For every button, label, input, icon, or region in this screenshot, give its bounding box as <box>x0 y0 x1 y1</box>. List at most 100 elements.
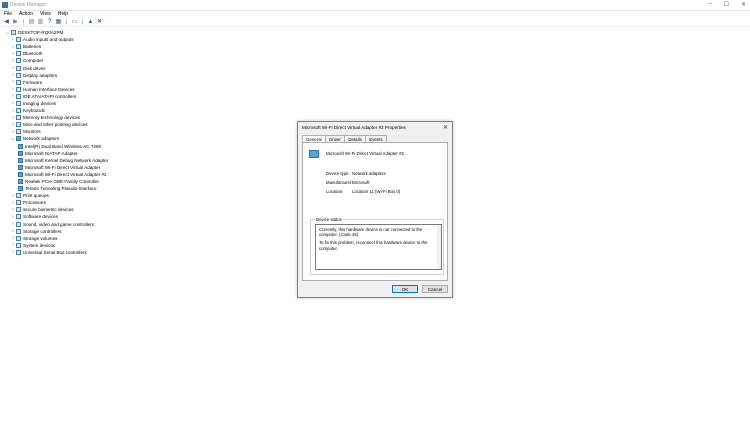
device-category-icon <box>16 79 21 85</box>
tree-item-label: secure biometric devices <box>23 207 74 213</box>
network-adapter-icon <box>18 164 23 170</box>
back-icon[interactable]: ◀ <box>3 19 10 26</box>
tree-item-label: Sound, video and game controllers <box>23 221 94 227</box>
device-category-icon <box>16 249 21 255</box>
network-adapter-icon <box>18 179 23 185</box>
monitor-icon[interactable]: ▭ <box>71 19 78 26</box>
tree-category[interactable]: › Mice and other pointing devices <box>5 121 295 128</box>
tree-category[interactable]: › Monitors <box>5 128 295 135</box>
tree-item-label: Bluetooth <box>23 51 43 57</box>
prop-location: Location: Location 11 (Wi-Fi Bus 0) <box>326 189 401 194</box>
tree-network-adapter[interactable]: Microsoft Kernel Debug Network Adapter <box>5 157 295 164</box>
tree-item-label: Intel(R) Dual Band Wireless-AC 7260 <box>25 143 102 149</box>
toolbar-separator <box>82 19 83 25</box>
tree-category[interactable]: › Storage controllers <box>5 228 295 235</box>
tree-item-label: System devices <box>23 242 56 248</box>
tree-category[interactable]: › Print queues <box>5 192 295 199</box>
tree-item-label: Software devices <box>23 214 58 220</box>
minimize-button[interactable]: – <box>708 1 711 8</box>
tree-network-adapter[interactable]: Microsoft Wi-Fi Direct Virtual Adapter #… <box>5 171 295 178</box>
device-status-group: Device status Currently, this hardware d… <box>310 217 444 275</box>
tree-item-label: Print queues <box>23 193 49 199</box>
tree-item-label: Monitors <box>23 129 41 135</box>
tree-network-adapter[interactable]: Intel(R) Dual Band Wireless-AC 7260 <box>5 143 295 150</box>
tree-category-network-adapters[interactable]: ⌄ Network adapters <box>5 135 295 142</box>
properties-icon[interactable]: ▤ <box>28 19 35 26</box>
menu-bar: File Action View Help <box>0 10 750 18</box>
tree-category[interactable]: › Audio inputs and outputs <box>5 36 295 43</box>
dialog-close-button[interactable]: ✕ <box>443 124 448 131</box>
tree-network-adapter[interactable]: Teredo Tunneling Pseudo-Interface <box>5 185 295 192</box>
device-manager-icon <box>2 2 8 8</box>
tree-network-adapter[interactable]: Microsoft Wi-Fi Direct Virtual Adapter <box>5 164 295 171</box>
update-driver-icon[interactable]: ▲ <box>87 19 94 26</box>
device-category-icon <box>16 86 21 92</box>
help-icon[interactable]: ? <box>46 19 53 26</box>
device-category-icon <box>16 100 21 106</box>
tree-item-label: Microsoft Kernel Debug Network Adapter <box>25 157 109 163</box>
menu-file[interactable]: File <box>4 10 12 18</box>
network-adapter-icon <box>18 157 23 163</box>
tree-item-label: Processors <box>23 200 46 206</box>
network-adapter-icon <box>18 150 23 156</box>
tree-item-label: Memory technology devices <box>23 115 80 121</box>
device-tree[interactable]: ⌄ DESKTOP-RQ0A2PM › Audio inputs and outp… <box>5 29 295 256</box>
tree-item-label: Microsoft Wi-Fi Direct Virtual Adapter #… <box>25 171 107 177</box>
maximize-button[interactable]: ☐ <box>724 1 729 8</box>
tree-category[interactable]: › System devices <box>5 242 295 249</box>
tree-category[interactable]: › Firmware <box>5 79 295 86</box>
tree-item-label: Mice and other pointing devices <box>23 122 88 128</box>
network-adapter-icon <box>18 171 23 177</box>
tree-network-adapter[interactable]: Realtek PCIe GBE Family Controller <box>5 178 295 185</box>
tree-category[interactable]: › Storage volumes <box>5 235 295 242</box>
status-scrollbar[interactable] <box>437 225 441 269</box>
tree-category[interactable]: › Memory technology devices <box>5 114 295 121</box>
menu-help[interactable]: Help <box>58 10 68 18</box>
device-status-textbox[interactable]: Currently, this hardware device is not c… <box>315 224 442 270</box>
tree-category[interactable]: › Batteries <box>5 43 295 50</box>
tree-root[interactable]: ⌄ DESKTOP-RQ0A2PM <box>5 29 295 36</box>
tree-category[interactable]: › Sound, video and game controllers <box>5 221 295 228</box>
network-adapter-icon <box>18 143 23 149</box>
computer-icon <box>11 30 16 36</box>
tree-network-adapter[interactable]: Microsoft ISATAP Adapter <box>5 150 295 157</box>
tree-category[interactable]: › Bluetooth <box>5 50 295 57</box>
device-category-icon <box>16 58 21 64</box>
tree-category[interactable]: › Human Interface Devices <box>5 86 295 93</box>
scan-icon[interactable]: ▦ <box>55 19 62 26</box>
tree-item-label: Microsoft Wi-Fi Direct Virtual Adapter <box>25 164 101 170</box>
tree-category[interactable]: › Keyboards <box>5 107 295 114</box>
tree-item-label: Teredo Tunneling Pseudo-Interface <box>25 186 97 192</box>
cancel-button[interactable]: Cancel <box>422 285 448 293</box>
prop-device-type: Device type: Network adapters <box>326 171 386 176</box>
tree-category[interactable]: › Disk drives <box>5 64 295 71</box>
tree-category[interactable]: › Display adapters <box>5 72 295 79</box>
ok-button[interactable]: OK <box>392 285 418 293</box>
tree-item-label: Disk drives <box>23 65 46 71</box>
device-category-icon <box>16 214 21 220</box>
general-panel: Microsoft Wi-Fi Direct Virtual Adapter #… <box>302 142 448 281</box>
forward-icon[interactable]: ▶ <box>12 19 19 26</box>
device-category-icon <box>16 115 21 121</box>
tree-category[interactable]: › Universal Serial Bus controllers <box>5 249 295 256</box>
tree-item-label: Realtek PCIe GBE Family Controller <box>25 179 100 185</box>
device-category-icon <box>16 221 21 227</box>
menu-view[interactable]: View <box>40 10 51 18</box>
tree-category[interactable]: › Processors <box>5 199 295 206</box>
device-category-icon <box>16 193 21 199</box>
view-icon[interactable]: ▥ <box>37 19 44 26</box>
tree-item-label: Network adapters <box>23 136 60 142</box>
device-category-icon <box>16 235 21 241</box>
uninstall-icon[interactable]: ✕ <box>96 19 103 26</box>
tree-category[interactable]: › Imaging devices <box>5 100 295 107</box>
tree-category[interactable]: › Software devices <box>5 213 295 220</box>
device-category-icon <box>16 65 21 71</box>
menu-action[interactable]: Action <box>19 10 33 18</box>
tree-category[interactable]: › IDE ATA/ATAPI controllers <box>5 93 295 100</box>
tree-category[interactable]: › Computer <box>5 57 295 64</box>
tree-item-label: Storage volumes <box>23 235 58 241</box>
device-category-icon <box>16 122 21 128</box>
tree-category[interactable]: › secure biometric devices <box>5 206 295 213</box>
close-button[interactable]: ✕ <box>741 1 746 8</box>
network-adapter-icon <box>18 186 23 192</box>
